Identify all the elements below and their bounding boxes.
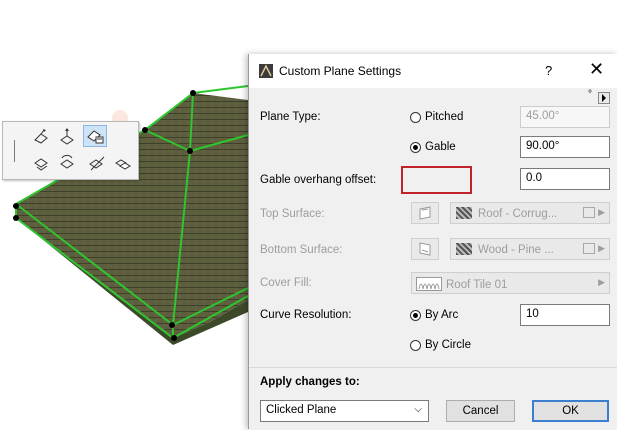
roof-copy-icon[interactable]: [111, 152, 135, 174]
radio-by-circle[interactable]: By Circle: [410, 339, 471, 351]
roof-split-icon[interactable]: [85, 152, 109, 174]
expand-arrow-button[interactable]: [598, 92, 610, 104]
top-surface-label: Top Surface:: [260, 208, 325, 220]
ok-button[interactable]: OK: [532, 400, 609, 422]
roof-pet-palette: [2, 121, 139, 180]
dialog-title: Custom Plane Settings: [279, 64, 402, 78]
apply-changes-label: Apply changes to:: [260, 376, 360, 388]
chevron-right-icon: ▶: [598, 277, 605, 287]
dialog-titlebar[interactable]: Custom Plane Settings ? ✕: [249, 54, 617, 88]
cancel-button[interactable]: Cancel: [446, 400, 515, 422]
custom-plane-settings-icon[interactable]: [83, 125, 107, 147]
roof-pivot-icon[interactable]: [29, 126, 53, 148]
dialog-body: ° Plane Type: Pitched 45.00° Gable 90.00…: [249, 88, 617, 367]
plane-type-label: Plane Type:: [260, 111, 321, 123]
top-surface-override-button[interactable]: [411, 202, 439, 224]
radio-pitched-label: Pitched: [425, 111, 464, 123]
radio-pitched[interactable]: Pitched: [410, 111, 463, 123]
bottom-surface-material[interactable]: Wood - Pine ... ▶: [450, 238, 610, 260]
roof-offset-icon[interactable]: [29, 152, 53, 174]
chevron-down-icon: ⌵: [414, 404, 422, 415]
bottom-surface-override-button[interactable]: [411, 238, 439, 260]
radio-by-arc[interactable]: By Arc: [410, 309, 458, 321]
palette-grip[interactable]: [14, 140, 15, 162]
cover-fill-name: Roof Tile 01: [446, 279, 508, 291]
gable-highlight-box: [401, 166, 472, 194]
apply-changes-dropdown[interactable]: Clicked Plane ⌵: [260, 400, 429, 422]
radio-by-arc-label: By Arc: [425, 309, 459, 321]
custom-plane-settings-dialog: Custom Plane Settings ? ✕ ° Plane Type: …: [248, 54, 617, 430]
surface-paint-icon: [419, 206, 431, 220]
expand-marker: °: [588, 89, 592, 100]
pitched-angle-field[interactable]: 45.00°: [520, 106, 610, 128]
close-button[interactable]: ✕: [589, 59, 604, 80]
apply-changes-value: Clicked Plane: [266, 404, 337, 416]
top-surface-material[interactable]: Roof - Corrug... ▶: [450, 202, 610, 224]
radio-by-arc-indicator: [410, 309, 421, 321]
top-surface-swatch: [456, 207, 472, 219]
archicad-app-icon: [259, 64, 273, 78]
bottom-surface-material-name: Wood - Pine ...: [478, 244, 554, 256]
dialog-footer: Apply changes to: Clicked Plane ⌵ Cancel…: [249, 367, 617, 430]
help-button[interactable]: ?: [545, 63, 552, 78]
radio-by-circle-label: By Circle: [425, 339, 472, 351]
cover-fill-label: Cover Fill:: [260, 277, 312, 289]
gable-overhang-label: Gable overhang offset:: [260, 174, 377, 186]
chevron-right-icon: ▶: [598, 207, 605, 217]
radio-gable[interactable]: Gable: [410, 141, 456, 153]
radio-gable-label: Gable: [425, 141, 456, 153]
radio-gable-indicator: [410, 141, 421, 153]
arc-resolution-field[interactable]: 10: [520, 304, 610, 326]
radio-by-circle-indicator: [410, 339, 421, 351]
top-surface-material-name: Roof - Corrug...: [478, 208, 558, 220]
gable-angle-field[interactable]: 90.00°: [520, 136, 610, 158]
cover-fill-selector[interactable]: Roof Tile 01 ▶: [411, 272, 610, 294]
material-picker-icon: [583, 243, 595, 254]
chevron-right-icon: [602, 94, 606, 102]
chevron-right-icon: ▶: [598, 243, 605, 253]
bottom-surface-swatch: [456, 243, 472, 255]
material-picker-icon: [583, 207, 595, 218]
surface-paint-icon: [419, 242, 431, 256]
roof-rotate-icon[interactable]: [55, 152, 79, 174]
curve-resolution-label: Curve Resolution:: [260, 309, 352, 321]
roof-elevate-icon[interactable]: [55, 126, 79, 148]
gable-overhang-field[interactable]: 0.0: [520, 168, 610, 190]
bottom-surface-label: Bottom Surface:: [260, 244, 343, 256]
radio-pitched-indicator: [410, 111, 421, 123]
roof-tile-fill-icon: [416, 277, 442, 291]
